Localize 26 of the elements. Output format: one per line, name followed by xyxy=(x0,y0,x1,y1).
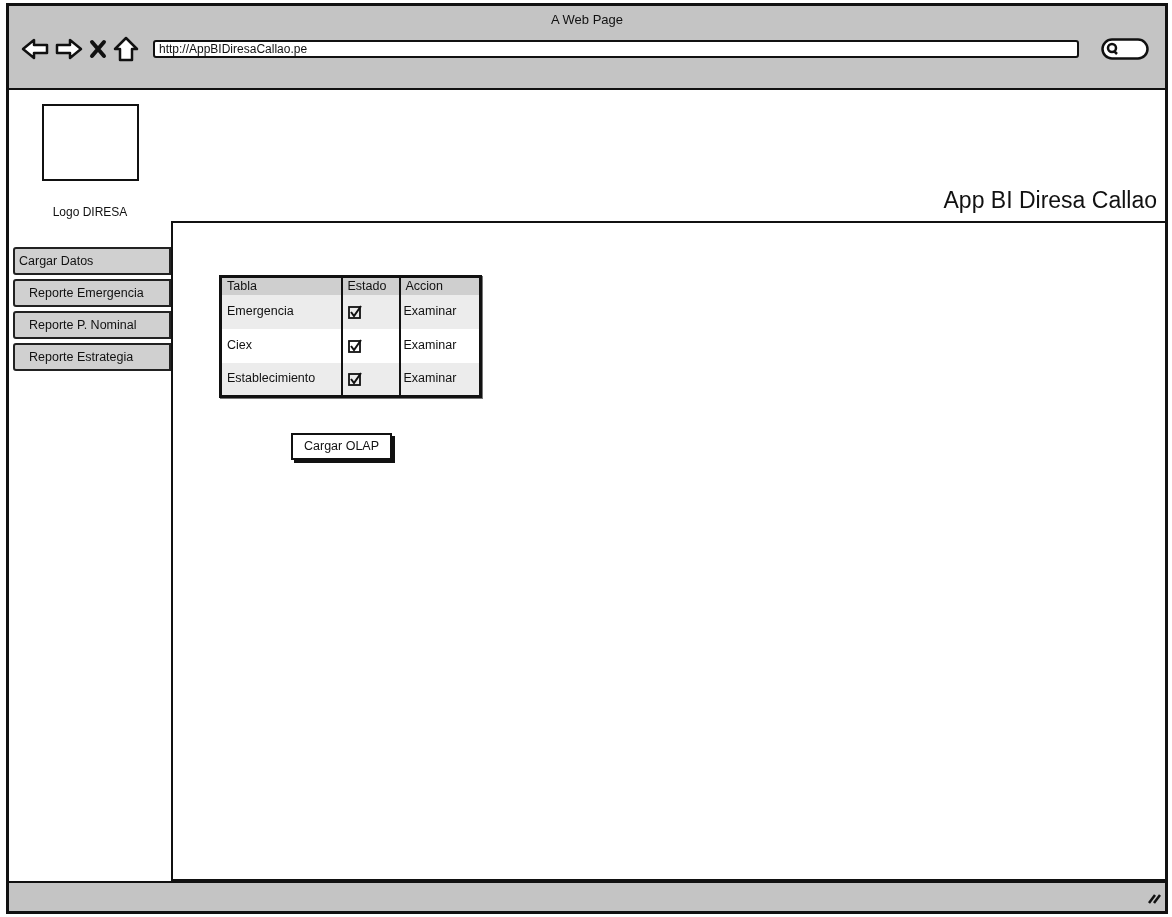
checkbox[interactable] xyxy=(347,304,362,319)
action-link[interactable]: Examinar xyxy=(399,328,481,363)
checkbox[interactable] xyxy=(347,338,362,353)
window-title: A Web Page xyxy=(550,11,623,29)
url-field[interactable]: http://AppBIDiresaCallao.pe xyxy=(153,39,1079,58)
checkbox[interactable] xyxy=(347,371,362,386)
back-icon[interactable] xyxy=(21,36,49,61)
action-link[interactable]: Examinar xyxy=(399,294,481,329)
sidebar-item[interactable]: Reporte Estrategia xyxy=(13,343,171,371)
forward-icon[interactable] xyxy=(55,36,83,61)
app-title: App BI Diresa Callao xyxy=(943,185,1157,215)
table-cell: Emergencia xyxy=(220,294,342,329)
column-header: Tabla xyxy=(220,276,342,295)
sidebar-item[interactable]: Reporte P. Nominal xyxy=(13,311,171,339)
sidebar-item[interactable]: Reporte Emergencia xyxy=(13,279,171,307)
close-icon[interactable] xyxy=(89,38,107,59)
table-cell: Ciex xyxy=(220,328,342,363)
column-header: Estado xyxy=(341,276,400,295)
sidebar-item[interactable]: Cargar Datos xyxy=(13,247,171,275)
logo-label: Logo DIRESA xyxy=(52,204,128,221)
load-olap-button[interactable]: Cargar OLAP xyxy=(291,433,393,460)
search-icon[interactable] xyxy=(1101,37,1149,60)
home-icon[interactable] xyxy=(113,35,139,62)
column-header: Accion xyxy=(399,276,481,295)
action-link[interactable]: Examinar xyxy=(399,362,481,397)
table-cell: Establecimiento xyxy=(220,362,342,397)
